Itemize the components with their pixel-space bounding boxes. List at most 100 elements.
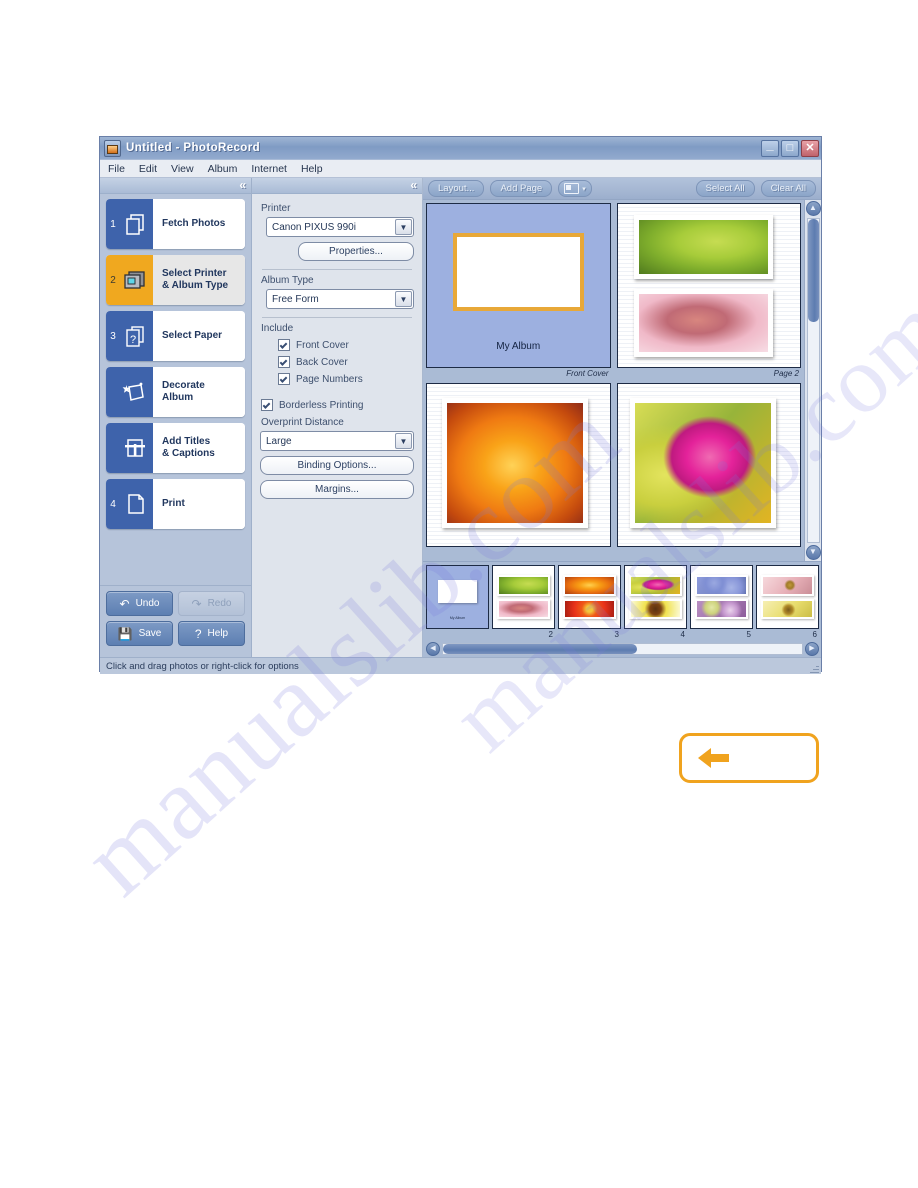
select-all-button[interactable]: Select All [695, 180, 755, 197]
checkbox-icon[interactable] [278, 373, 290, 385]
thumb-sheet[interactable] [492, 565, 555, 629]
checkbox-front-cover[interactable]: Front Cover [278, 339, 414, 351]
menu-item-album[interactable]: Album [208, 163, 238, 175]
settings-divider-1 [262, 269, 412, 270]
album-page[interactable] [426, 382, 611, 559]
binding-options-button[interactable]: Binding Options... [260, 456, 414, 475]
step-number-box: 1 [106, 199, 153, 249]
photo-red-gerbera [565, 600, 614, 618]
help-button[interactable]: ? Help [178, 621, 245, 646]
checkbox-icon[interactable] [278, 356, 290, 368]
sidebar-step-select-paper[interactable]: 3 ? Select Paper [106, 311, 245, 361]
clear-all-button[interactable]: Clear All [760, 180, 816, 197]
settings-collapse-bar[interactable]: « [252, 178, 422, 194]
sidebar-step-decorate-album[interactable]: Decorate Album [106, 367, 245, 417]
steps-collapse-bar[interactable]: « [100, 178, 251, 194]
printer-select[interactable]: Canon PIXUS 990i ▼ [266, 217, 414, 237]
filmstrip-thumb-cover[interactable]: My Album [426, 565, 489, 640]
close-button[interactable]: ✕ [801, 139, 819, 157]
sidebar-step-add-titles-captions[interactable]: Add Titles & Captions [106, 423, 245, 473]
checkbox-page-numbers[interactable]: Page Numbers [278, 373, 414, 385]
maximize-icon: □ [786, 141, 794, 154]
redo-button[interactable]: ↷ Redo [178, 591, 245, 616]
thumb-photo-frame [497, 598, 550, 620]
scrollbar-thumb[interactable] [807, 219, 819, 323]
album-page[interactable] [616, 382, 801, 559]
checkbox-icon[interactable] [261, 399, 273, 411]
photo-frame[interactable] [633, 288, 773, 357]
undo-button[interactable]: ↶ Undo [106, 591, 173, 616]
left-arrow-icon [698, 748, 729, 768]
sidebar-step-print[interactable]: 4 Print [106, 479, 245, 529]
album-page[interactable]: My Album Front Cover [426, 203, 611, 379]
save-button[interactable]: 💾 Save [106, 621, 173, 646]
scroll-right-button[interactable]: ▶ [805, 641, 819, 656]
step-number: 3 [110, 330, 116, 342]
page-sheet-page-2[interactable] [616, 203, 801, 368]
maximize-button[interactable]: □ [781, 139, 799, 157]
menu-item-internet[interactable]: Internet [251, 163, 287, 175]
scroll-up-button[interactable]: ▲ [805, 201, 821, 216]
preview-vertical-scrollbar[interactable]: ▲ ▼ [804, 200, 821, 561]
photo-purple-cluster [697, 600, 746, 618]
page-sheet-page-4[interactable] [616, 382, 801, 547]
thumb-sheet[interactable] [690, 565, 753, 629]
page-sheet-front-cover[interactable]: My Album [426, 203, 611, 368]
thumb-sheet[interactable] [624, 565, 687, 629]
scrollbar-track[interactable] [806, 218, 820, 543]
help-button-label: Help [207, 628, 229, 639]
filmstrip-thumb-5[interactable]: 5 [690, 565, 753, 640]
sidebar-step-fetch-photos[interactable]: 1 Fetch Photos [106, 199, 245, 249]
margins-button[interactable]: Margins... [260, 480, 414, 499]
checkbox-borderless-printing[interactable]: Borderless Printing [261, 399, 414, 411]
filmstrip-thumb-3[interactable]: 3 [558, 565, 621, 640]
menu-item-help[interactable]: Help [301, 163, 323, 175]
minimize-button[interactable]: _ [761, 138, 779, 157]
thumb-sheet[interactable]: My Album [426, 565, 489, 629]
cover-photo-frame[interactable] [452, 233, 584, 312]
photo-frame[interactable] [630, 398, 777, 529]
title-bar[interactable]: Untitled - PhotoRecord _ □ ✕ [100, 137, 821, 160]
sidebar-step-select-printer-album-type[interactable]: 2 Select Printer & Album Type [106, 255, 245, 305]
back-navigation-button[interactable] [679, 733, 819, 783]
photo-frame[interactable] [633, 215, 773, 279]
menu-bar: File Edit View Album Internet Help [100, 160, 821, 178]
chevron-down-icon[interactable]: ▼ [395, 433, 412, 449]
layout-button[interactable]: Layout... [428, 180, 485, 197]
filmstrip-thumb-4[interactable]: 4 [624, 565, 687, 640]
add-page-button[interactable]: Add Page [490, 180, 553, 197]
thumb-sheet[interactable] [756, 565, 819, 629]
scroll-left-button[interactable]: ◀ [426, 641, 440, 656]
page-filmstrip: My Album 2 3 4 5 6 [426, 565, 819, 640]
menu-item-view[interactable]: View [171, 163, 194, 175]
resize-grip[interactable] [809, 663, 819, 673]
page-view-dropdown-button[interactable]: ▾ [558, 180, 592, 197]
menu-item-file[interactable]: File [108, 163, 125, 175]
scroll-down-button[interactable]: ▼ [805, 545, 821, 560]
chevron-down-icon[interactable]: ▼ [395, 291, 412, 307]
thumb-photo-frame [695, 574, 748, 596]
filmstrip-horizontal-scrollbar[interactable]: ◀ ▶ [426, 641, 819, 656]
checkbox-icon[interactable] [278, 339, 290, 351]
scrollbar-thumb[interactable] [443, 643, 637, 654]
step-number-box: 4 [106, 479, 153, 529]
page-sheet-page-3[interactable] [426, 382, 611, 547]
overprint-distance-select[interactable]: Large ▼ [260, 431, 414, 451]
menu-item-edit[interactable]: Edit [139, 163, 157, 175]
select-printer-icon [117, 267, 153, 293]
photo-blue-hydrangea [697, 576, 746, 594]
scrollbar-track[interactable] [442, 642, 803, 655]
printer-properties-button[interactable]: Properties... [298, 242, 414, 261]
filmstrip-thumb-6[interactable]: 6 [756, 565, 819, 640]
include-label: Include [261, 323, 294, 334]
checkbox-back-cover[interactable]: Back Cover [278, 356, 414, 368]
step-number-box: 3 ? [106, 311, 153, 361]
filmstrip-thumb-2[interactable]: 2 [492, 565, 555, 640]
cover-photo-matte [456, 237, 580, 308]
thumb-sheet[interactable] [558, 565, 621, 629]
photo-frame[interactable] [441, 398, 588, 529]
album-type-select[interactable]: Free Form ▼ [266, 289, 414, 309]
chevron-down-icon[interactable]: ▼ [395, 219, 412, 235]
album-page[interactable]: Page 2 [616, 203, 801, 379]
cover-title[interactable]: My Album [427, 341, 610, 352]
